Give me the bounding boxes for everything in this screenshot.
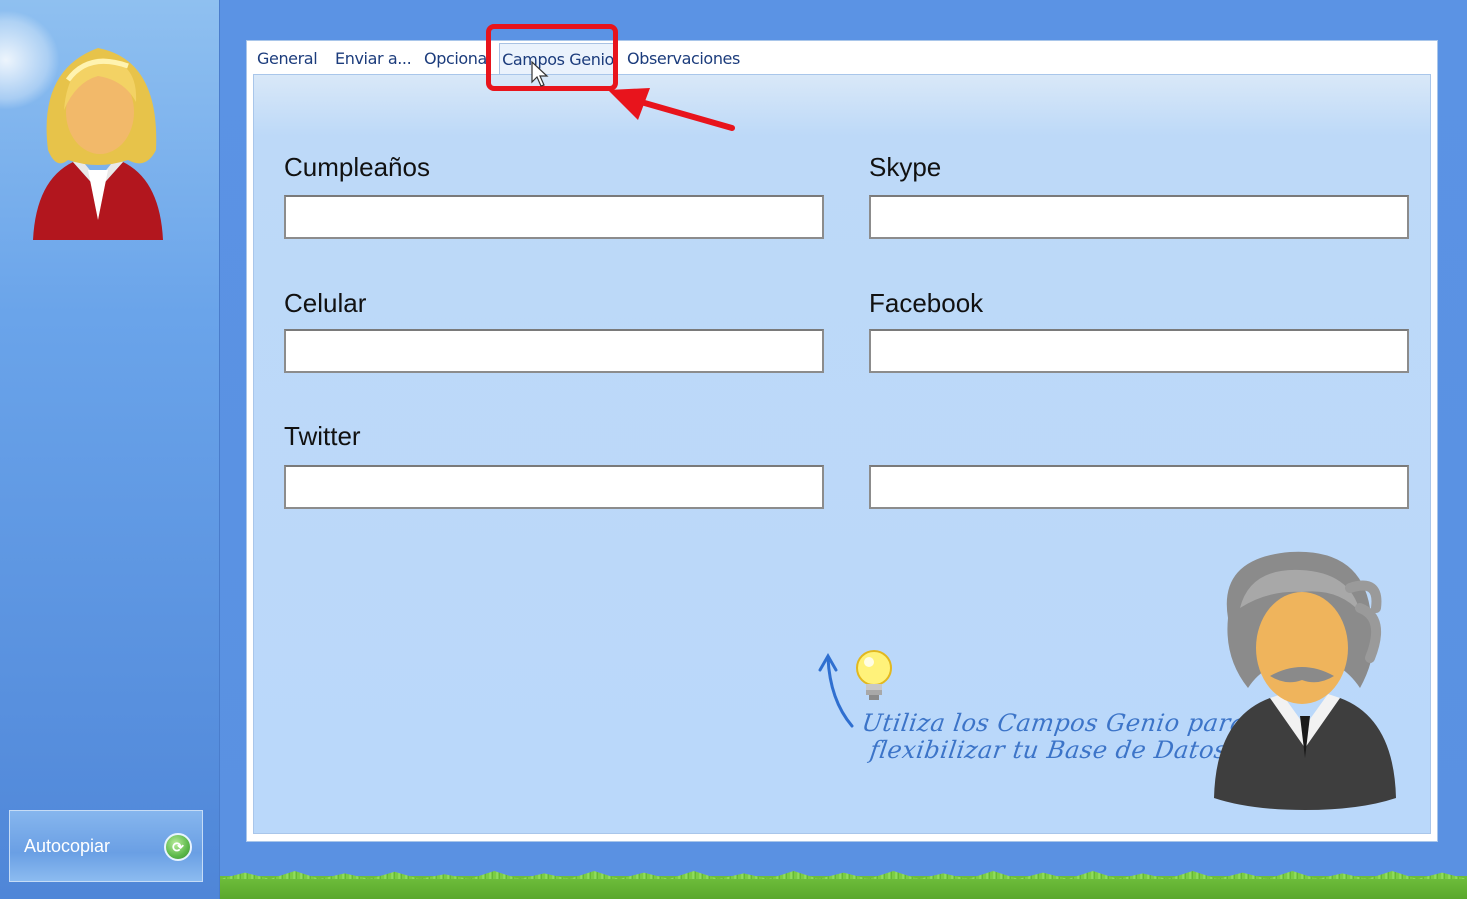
hint-line-2: flexibilizar tu Base de Datos (868, 736, 1229, 764)
cumpleanos-input[interactable] (284, 195, 824, 239)
mouse-cursor-icon (531, 60, 549, 87)
lightbulb-icon (856, 650, 892, 700)
facebook-input[interactable] (869, 329, 1409, 373)
autocopy-button[interactable]: Autocopiar ⟳ (9, 810, 203, 882)
refresh-icon: ⟳ (164, 833, 192, 861)
twitter-input[interactable] (284, 465, 824, 509)
campos-genio-hint: Utiliza los Campos Genio para flexibiliz… (860, 709, 1248, 764)
user-avatar-icon (33, 48, 163, 240)
tab-enviar-a[interactable]: Enviar a... (335, 49, 412, 68)
tab-observaciones[interactable]: Observaciones (627, 49, 740, 68)
sidebar: Autocopiar ⟳ (0, 0, 220, 899)
genio-avatar-icon (1214, 551, 1396, 810)
tab-general[interactable]: General (257, 49, 318, 68)
grass-decoration (220, 876, 1467, 899)
celular-label: Celular (284, 288, 367, 318)
skype-input[interactable] (869, 195, 1409, 239)
hint-line-1: Utiliza los Campos Genio para (860, 709, 1248, 737)
cumpleanos-label: Cumpleaños (284, 152, 430, 182)
extra-field-input[interactable] (869, 465, 1409, 509)
twitter-label: Twitter (284, 421, 361, 451)
autocopy-label: Autocopiar (24, 835, 111, 856)
skype-label: Skype (869, 152, 942, 182)
tab-opcionales[interactable]: Opciona (424, 49, 487, 68)
facebook-label: Facebook (869, 288, 984, 318)
celular-input[interactable] (284, 329, 824, 373)
red-arrow-icon (608, 88, 735, 131)
tab-bar: General Enviar a... Opciona Campos Genio… (247, 41, 1437, 77)
tab-highlight-box (486, 24, 618, 91)
